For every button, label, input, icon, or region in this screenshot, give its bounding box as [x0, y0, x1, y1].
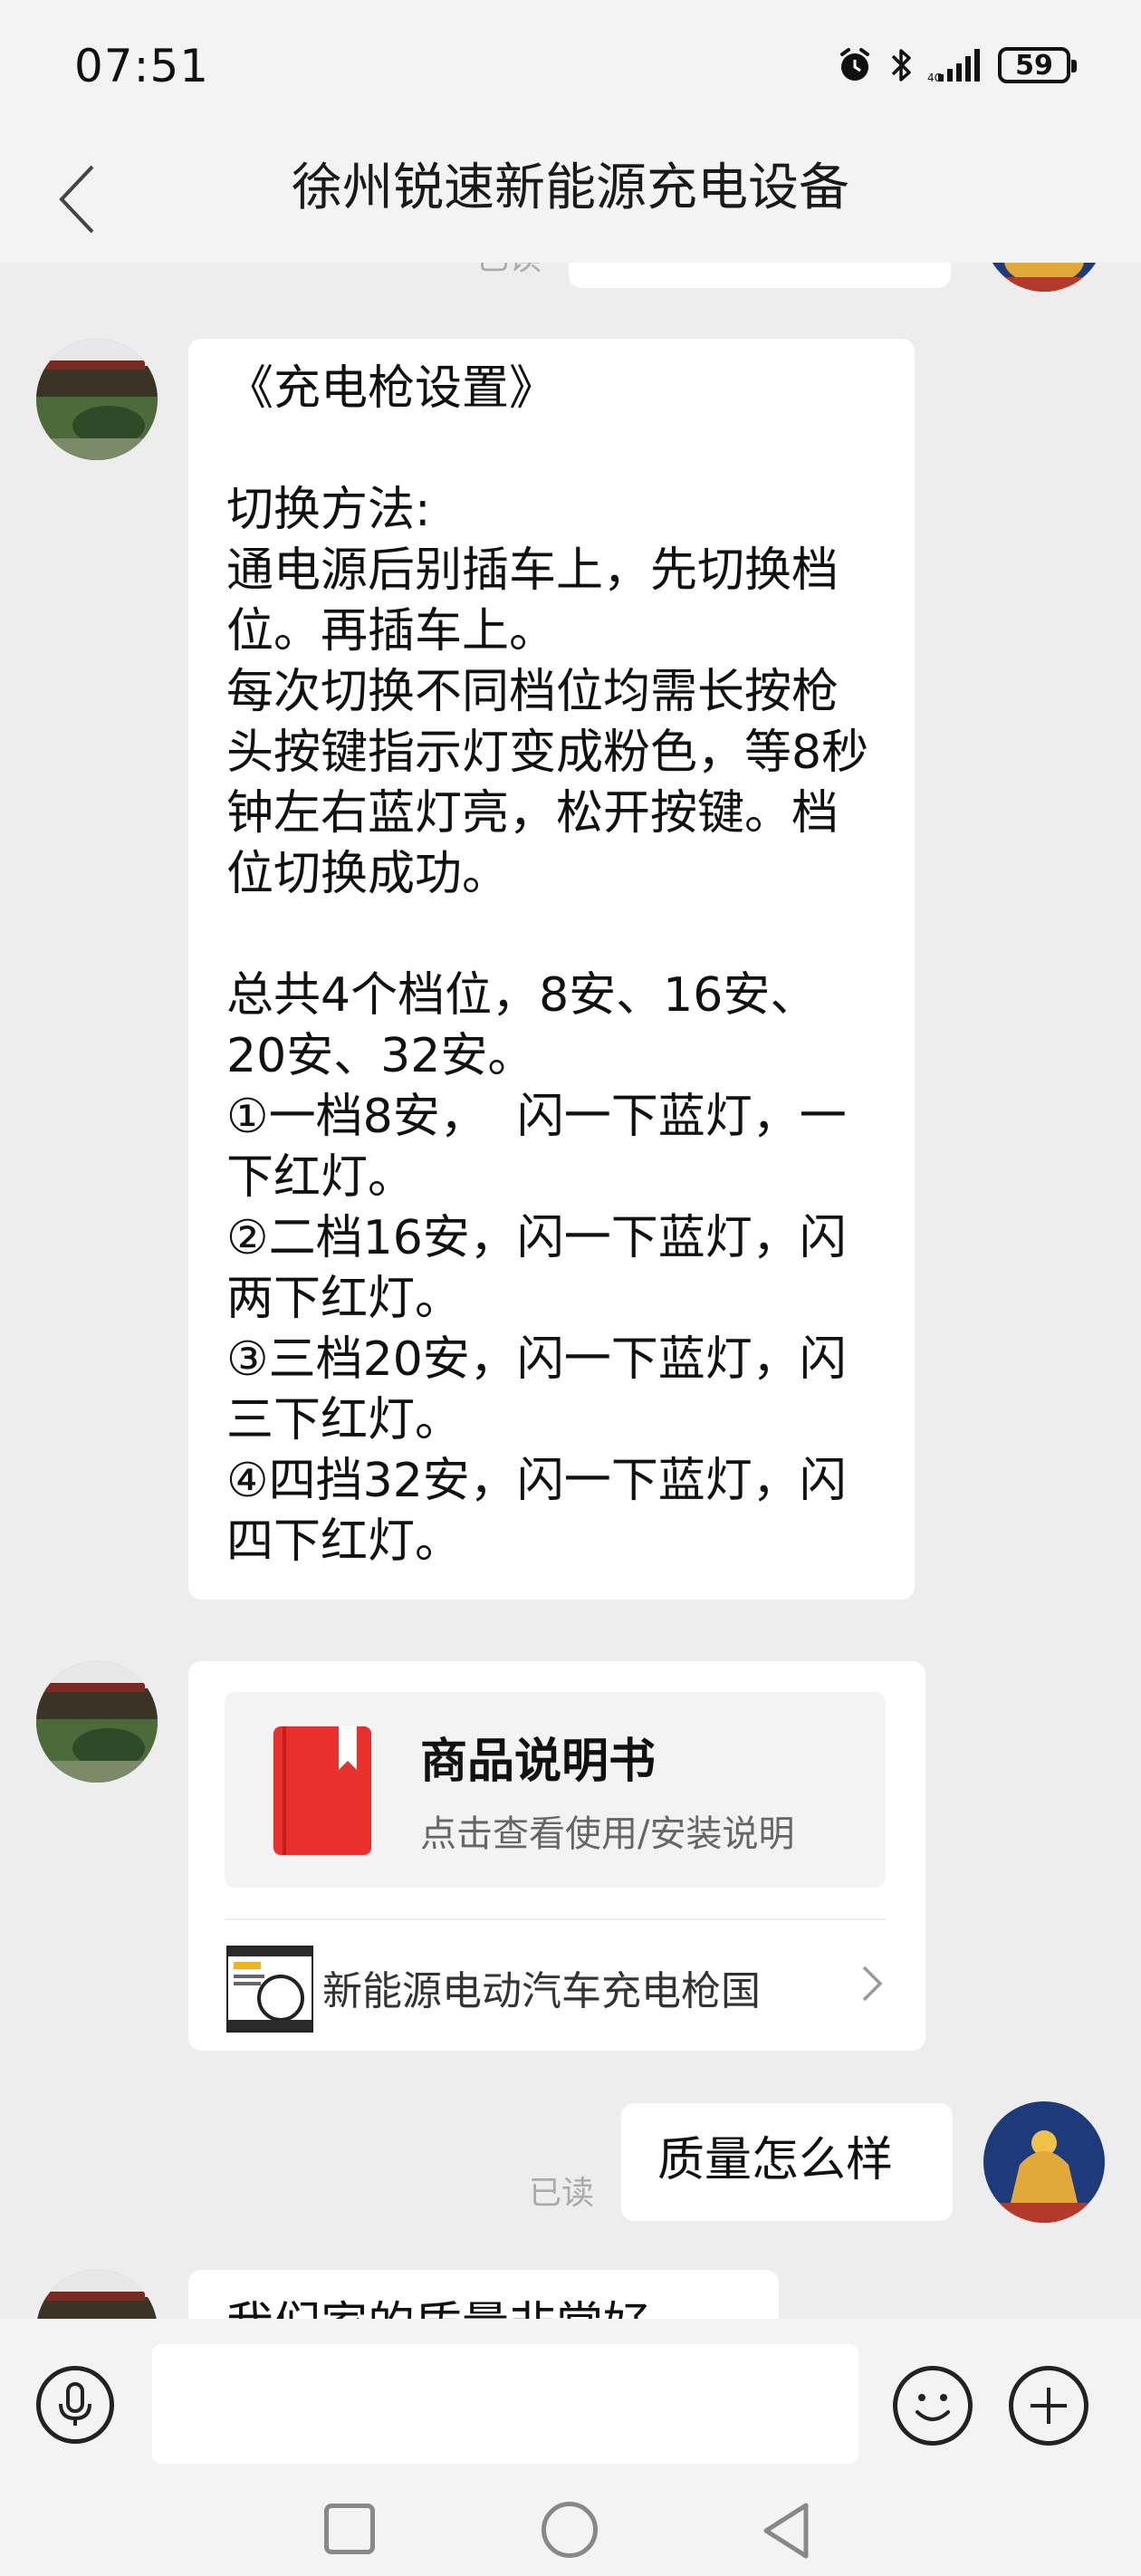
product-manual-card[interactable]: 商品说明书 点击查看使用/安装说明 新能源电动汽车充电枪国 [188, 1661, 925, 2051]
merchant-avatar[interactable] [36, 339, 158, 460]
message-text: 质量怎么样 [657, 2133, 894, 2187]
my-avatar-partial[interactable] [983, 263, 1105, 292]
signal-icon: 4G [927, 49, 980, 83]
message-bubble[interactable]: 我们家的质量非常好 [188, 2270, 779, 2319]
message-bubble[interactable]: 《充电枪设置》 切换方法: 通电源后别插车上，先切换档位。再插车上。 每次切换不… [188, 339, 915, 1600]
recent-apps-icon[interactable] [324, 2504, 375, 2554]
page-title: 徐州锐速新能源充电设备 [292, 159, 849, 217]
status-time: 07:51 [74, 40, 210, 92]
card-subtitle: 点击查看使用/安装说明 [420, 1813, 795, 1855]
status-icons: 4G 59 [835, 45, 1077, 85]
card-title: 商品说明书 [420, 1735, 657, 1789]
read-status: 已读 [529, 2175, 595, 2212]
system-nav-bar [0, 2487, 1141, 2576]
product-name: 新能源电动汽车充电枪国 [322, 1968, 761, 2014]
divider [225, 1918, 886, 1920]
product-thumbnail [226, 1946, 313, 2033]
status-bar: 07:51 4G 59 [0, 0, 1141, 136]
merchant-avatar[interactable] [36, 1661, 158, 1783]
read-status: 已读 [476, 263, 542, 279]
message-text: 我们家的质量非常好 [188, 2270, 779, 2319]
message-list[interactable]: 已读 《充电枪设置》 切换方法: 通电源后别插车上，先切换档位。再插车上。 每次… [0, 263, 1141, 2319]
microphone-icon [59, 2382, 91, 2426]
alarm-icon [840, 48, 869, 81]
message-bubble-mine[interactable]: 质量怎么样 [621, 2103, 953, 2221]
my-avatar[interactable] [983, 2101, 1105, 2223]
battery-indicator: 59 [998, 47, 1077, 83]
chat-header: 徐州锐速新能源充电设备 [0, 136, 1141, 263]
bluetooth-icon [891, 49, 911, 82]
chevron-right-icon [862, 1966, 883, 2002]
chevron-left-icon [59, 165, 94, 234]
message-text: 《充电枪设置》 切换方法: 通电源后别插车上，先切换档位。再插车上。 每次切换不… [226, 361, 869, 1569]
smiley-icon [916, 2394, 950, 2421]
plus-icon [1031, 2388, 1067, 2424]
manual-link[interactable]: 商品说明书 点击查看使用/安装说明 [225, 1692, 886, 1888]
book-icon [273, 1726, 371, 1855]
message-input[interactable] [152, 2344, 858, 2464]
back-button[interactable] [36, 154, 118, 245]
emoji-button[interactable] [893, 2366, 973, 2446]
message-bubble-partial[interactable] [569, 263, 951, 288]
voice-button[interactable] [36, 2366, 114, 2444]
merchant-avatar[interactable] [36, 2270, 158, 2319]
more-button[interactable] [1009, 2366, 1088, 2446]
input-bar [0, 2319, 1141, 2487]
back-triangle-icon[interactable] [761, 2502, 815, 2560]
home-icon[interactable] [542, 2502, 598, 2558]
svg-text:4G: 4G [927, 72, 943, 83]
